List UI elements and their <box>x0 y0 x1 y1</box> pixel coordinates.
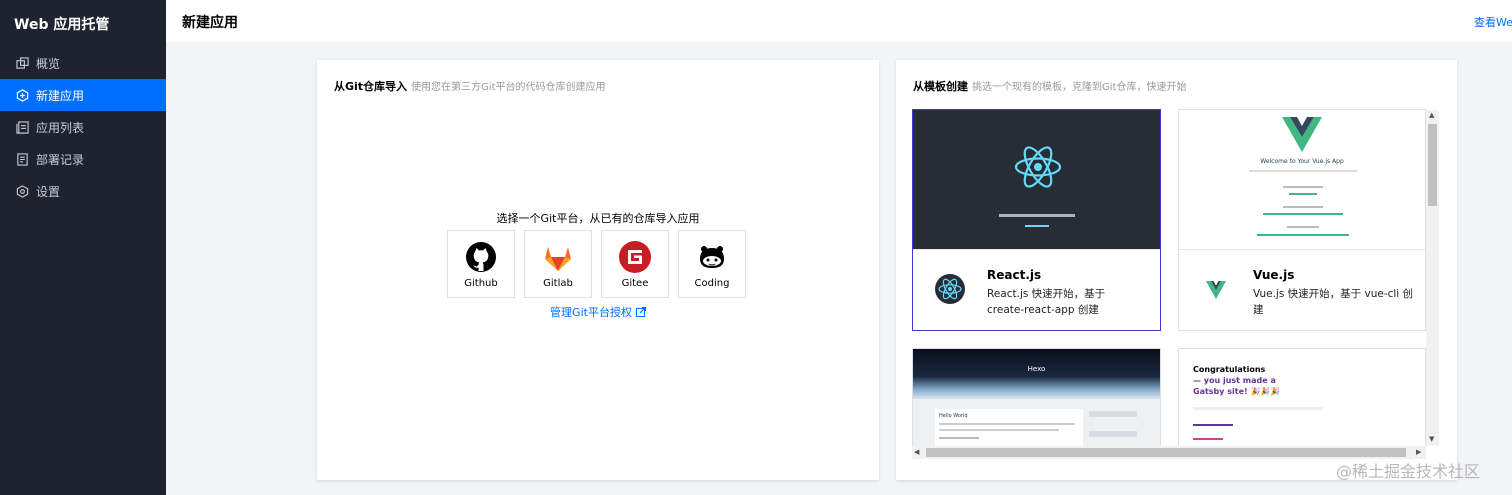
sidebar-item-overview[interactable]: 概览 <box>0 47 166 79</box>
scroll-right-icon[interactable]: ▶ <box>1416 449 1421 456</box>
react-icon <box>935 274 965 304</box>
vue-preview-line <box>1249 170 1357 172</box>
template-gatsby[interactable]: Congratulations — you just made a Gatsby… <box>1178 348 1426 446</box>
react-preview <box>913 110 1160 249</box>
vue-preview-link <box>1257 234 1349 236</box>
gitlab-button[interactable]: Gitlab <box>524 230 592 298</box>
git-prompt: 选择一个Git平台，从已有的仓库导入应用 <box>496 212 700 225</box>
hexo-post-title: Hello World <box>939 413 968 419</box>
gatsby-preview-line <box>1193 407 1323 410</box>
manage-git-auth-link[interactable]: 管理Git平台授权 <box>317 304 879 320</box>
vue-info: Vue.js Vue.js 快速开始，基于 vue-cli 创建 <box>1179 249 1425 330</box>
manage-git-auth-label: 管理Git平台授权 <box>550 306 632 319</box>
vue-preview-link <box>1263 213 1343 215</box>
settings-icon <box>15 184 29 198</box>
overview-icon <box>15 56 29 70</box>
template-desc: 挑选一个现有的模板，克隆到Git仓库，快速开始 <box>972 82 1187 93</box>
scroll-left-icon[interactable]: ◀ <box>914 449 919 456</box>
watermark: @稀土掘金技术社区 <box>1336 462 1481 481</box>
template-react[interactable]: React.js React.js 快速开始，基于 create-react-a… <box>912 109 1161 331</box>
vue-preview-link <box>1289 193 1317 195</box>
sidebar-item-settings[interactable]: 设置 <box>0 175 166 207</box>
react-info: React.js React.js 快速开始，基于 create-react-a… <box>913 249 1160 330</box>
gatsby-preview-line3: Gatsby site! 🎉🎉🎉 <box>1193 387 1281 396</box>
template-hexo[interactable]: Hexo Hello World <box>912 348 1161 446</box>
template-title: 从模板创建 <box>913 80 968 93</box>
sidebar-item-label: 应用列表 <box>36 120 85 135</box>
sidebar-item-deploy-log[interactable]: 部署记录 <box>0 143 166 175</box>
git-import-heading: 从Git仓库导入 使用您在第三方Git平台的代码仓库创建应用 <box>334 78 606 94</box>
template-vue[interactable]: Welcome to Your Vue.js App Vue.js Vue.js… <box>1178 109 1426 331</box>
vue-preview-heading <box>1287 226 1319 228</box>
app-title: Web 应用托管 <box>14 17 110 33</box>
template-name: React.js <box>987 268 1042 282</box>
new-app-icon <box>15 88 29 102</box>
git-import-card: 从Git仓库导入 使用您在第三方Git平台的代码仓库创建应用 选择一个Git平台，… <box>317 60 879 480</box>
scrollbar-thumb[interactable] <box>926 448 1406 457</box>
template-desc-text: Vue.js 快速开始，基于 vue-cli 创建 <box>1253 288 1414 316</box>
sidebar: Web 应用托管 概览 新建应用 应用列表 部署记录 设置 <box>0 0 166 495</box>
external-link-icon <box>635 306 647 317</box>
coding-button[interactable]: Coding <box>678 230 746 298</box>
page-title: 新建应用 <box>182 15 238 31</box>
page-header: 新建应用 查看Web <box>166 0 1512 42</box>
vue-preview-heading <box>1283 206 1323 208</box>
platform-label: Gitee <box>621 277 649 289</box>
github-icon <box>466 241 496 272</box>
sidebar-item-new-app[interactable]: 新建应用 <box>0 79 166 111</box>
deploy-log-icon <box>15 152 29 166</box>
gatsby-preview-line1: Congratulations <box>1193 365 1266 374</box>
sidebar-item-label: 概览 <box>36 56 61 71</box>
react-logo-icon <box>1014 146 1062 188</box>
git-import-title: 从Git仓库导入 <box>334 80 408 93</box>
vue-preview-title: Welcome to Your Vue.js App <box>1260 158 1344 165</box>
platform-label: Coding <box>694 277 730 289</box>
gatsby-preview-link <box>1193 438 1223 440</box>
gitee-button[interactable]: Gitee <box>601 230 669 298</box>
app-list-icon <box>15 120 29 134</box>
react-preview-link <box>913 212 1160 231</box>
platform-label: Github <box>464 277 498 289</box>
gitlab-icon <box>545 246 571 271</box>
coding-icon <box>700 245 724 268</box>
hexo-post: Hello World <box>935 409 1083 446</box>
sidebar-item-label: 部署记录 <box>36 152 85 167</box>
platform-label: Gitlab <box>543 277 573 289</box>
template-scrollbar-vertical[interactable]: ▲ ▼ <box>1426 110 1439 446</box>
git-import-desc: 使用您在第三方Git平台的代码仓库创建应用 <box>411 82 606 93</box>
github-button[interactable]: Github <box>447 230 515 298</box>
view-web-link[interactable]: 查看Web <box>1474 14 1512 30</box>
hexo-body: Hello World <box>913 399 1160 446</box>
gatsby-preview-link <box>1193 424 1233 426</box>
vue-icon <box>1201 274 1231 304</box>
hexo-preview-title: Hexo <box>1027 365 1046 373</box>
template-desc-text: React.js 快速开始，基于 create-react-app 创建 <box>987 288 1106 316</box>
hexo-banner: Hexo <box>913 349 1160 399</box>
vue-preview-heading <box>1283 186 1323 188</box>
template-name: Vue.js <box>1253 268 1295 282</box>
sidebar-item-app-list[interactable]: 应用列表 <box>0 111 166 143</box>
scrollbar-thumb[interactable] <box>1428 124 1437 206</box>
vue-preview: Welcome to Your Vue.js App <box>1179 110 1425 249</box>
sidebar-item-label: 新建应用 <box>36 88 85 103</box>
sidebar-item-label: 设置 <box>36 184 61 199</box>
gitee-icon <box>619 240 651 273</box>
vue-logo-icon <box>1282 117 1322 152</box>
scroll-down-icon[interactable]: ▼ <box>1429 436 1434 443</box>
gatsby-preview-line2: — you just made a <box>1193 376 1276 385</box>
template-heading: 从模板创建 挑选一个现有的模板，克隆到Git仓库，快速开始 <box>913 78 1186 94</box>
scroll-up-icon[interactable]: ▲ <box>1429 112 1434 119</box>
